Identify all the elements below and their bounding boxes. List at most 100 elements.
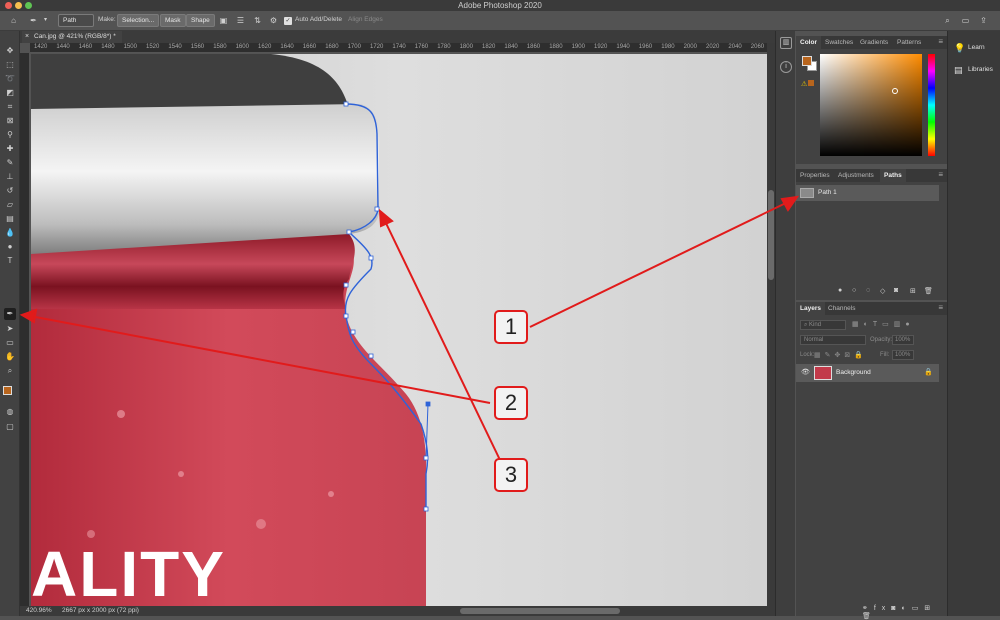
path-alignment-icon[interactable]: ☰ (235, 15, 246, 26)
crop-tool-icon[interactable]: ⌗ (4, 101, 16, 113)
lightbulb-icon: 💡 (954, 43, 966, 53)
foreground-color-chip[interactable] (802, 56, 812, 66)
chevron-down-icon[interactable]: ▾ (40, 15, 51, 26)
tab-properties[interactable]: Properties (796, 169, 834, 182)
lock-icons[interactable]: ▦✎✥⊠🔒 (814, 351, 867, 359)
ruler-tick: 1720 (370, 44, 384, 50)
pen-tool-icon[interactable]: ✒ (4, 308, 16, 320)
frame-tool-icon[interactable]: ⊠ (4, 115, 16, 127)
make-mask-button[interactable]: Mask (160, 14, 186, 27)
ruler-tick: 1500 (123, 44, 137, 50)
rectangle-tool-icon[interactable]: ▭ (4, 337, 16, 349)
marquee-tool-icon[interactable]: ⬚ (4, 59, 16, 71)
ruler-tick: 1880 (549, 44, 563, 50)
minimize-window-button[interactable] (15, 2, 22, 9)
tab-color[interactable]: Color (796, 36, 821, 49)
make-shape-button[interactable]: Shape (186, 14, 215, 27)
quick-mask-icon[interactable]: ◍ (4, 406, 16, 418)
lasso-tool-icon[interactable]: ➰ (4, 73, 16, 85)
dodge-tool-icon[interactable]: ● (4, 241, 16, 253)
blur-tool-icon[interactable]: 💧 (4, 227, 16, 239)
history-brush-tool-icon[interactable]: ↺ (4, 185, 16, 197)
foreground-color-swatch[interactable] (3, 386, 12, 395)
learn-libraries-panel: 💡 Learn ▤ Libraries (947, 31, 1000, 616)
move-tool-icon[interactable]: ✥ (4, 45, 16, 57)
settings-gear-icon[interactable]: ⚙ (268, 15, 279, 26)
path-arrangement-icon[interactable]: ⇅ (252, 15, 263, 26)
layer-filter-icons[interactable]: ▦◐T▭▥● (852, 320, 942, 330)
gamut-color-chip[interactable] (808, 80, 814, 86)
tab-paths[interactable]: Paths (880, 169, 906, 182)
close-window-button[interactable] (5, 2, 12, 9)
zoom-level[interactable]: 420.96% (26, 606, 52, 616)
workspace-icon[interactable]: ▭ (960, 15, 971, 26)
maximize-window-button[interactable] (25, 2, 32, 9)
tab-patterns[interactable]: Patterns (893, 36, 925, 49)
path-operations-icon[interactable]: ▣ (218, 15, 229, 26)
brush-tool-icon[interactable]: ✎ (4, 157, 16, 169)
history-icon[interactable]: ▥ (780, 37, 792, 49)
fill-label: Fill: (880, 352, 890, 358)
search-icon[interactable]: ⌕ (942, 15, 953, 26)
zoom-tool-icon[interactable]: ⌕ (4, 365, 16, 377)
gamut-warning-icon[interactable]: ⚠ (801, 80, 807, 88)
make-work-path-icon[interactable]: ◇ (880, 287, 885, 295)
new-path-icon[interactable]: ⊞ (910, 287, 916, 295)
make-selection-button[interactable]: Selection... (117, 14, 160, 27)
close-tab-icon[interactable]: × (25, 31, 29, 43)
blend-mode-select[interactable]: Normal (800, 335, 866, 345)
opacity-field[interactable]: 100% (892, 335, 914, 345)
learn-button[interactable]: 💡 Learn (948, 37, 1000, 59)
layer-kind-filter[interactable]: ⌕ Kind (800, 320, 846, 330)
libraries-button[interactable]: ▤ Libraries (948, 59, 1000, 81)
ruler-tick: 1700 (347, 44, 361, 50)
panel-menu-icon[interactable]: ≡ (938, 303, 943, 312)
ruler-tick: 1440 (56, 44, 70, 50)
vertical-scrollbar-thumb[interactable] (768, 190, 774, 280)
clone-stamp-tool-icon[interactable]: ⊥ (4, 171, 16, 183)
hue-slider[interactable] (928, 54, 935, 156)
add-mask-icon[interactable]: ◙ (894, 287, 898, 294)
tab-layers[interactable]: Layers (796, 302, 825, 315)
document-canvas[interactable]: ALITY (31, 54, 767, 606)
horizontal-scrollbar-thumb[interactable] (460, 608, 620, 614)
layer-row[interactable]: 👁 Background 🔒 (796, 364, 939, 382)
document-tab[interactable]: × Can.jpg @ 421% (RGB/8*) * (22, 31, 122, 43)
tab-swatches[interactable]: Swatches (821, 36, 857, 49)
ruler-tick: 2020 (706, 44, 720, 50)
info-icon[interactable]: i (780, 61, 792, 73)
lock-icon[interactable]: 🔒 (924, 368, 933, 376)
eraser-tool-icon[interactable]: ▱ (4, 199, 16, 211)
object-selection-tool-icon[interactable]: ◩ (4, 87, 16, 99)
gradient-tool-icon[interactable]: ▤ (4, 213, 16, 225)
hand-tool-icon[interactable]: ✋ (4, 351, 16, 363)
panel-menu-icon[interactable]: ≡ (938, 170, 943, 179)
healing-brush-tool-icon[interactable]: ✚ (4, 143, 16, 155)
canvas-image (31, 54, 767, 606)
share-icon[interactable]: ⇪ (978, 15, 989, 26)
screen-mode-icon[interactable]: ▢ (4, 421, 16, 433)
auto-add-delete-checkbox[interactable]: ✓ (284, 17, 292, 25)
color-picker-cursor[interactable] (892, 88, 898, 94)
pen-tool-preset-icon[interactable]: ✒ (28, 15, 39, 26)
layers-footer-icons[interactable]: ⚭fx◙◐▭⊞🗑 (862, 604, 942, 620)
tab-adjustments[interactable]: Adjustments (834, 169, 878, 182)
eyedropper-tool-icon[interactable]: ⚲ (4, 129, 16, 141)
stroke-path-icon[interactable]: ○ (852, 287, 856, 294)
type-tool-icon[interactable]: T (4, 255, 16, 267)
fill-path-icon[interactable]: ● (838, 287, 842, 294)
ruler-tick: 1560 (190, 44, 205, 50)
home-icon[interactable]: ⌂ (8, 15, 19, 26)
color-picker-field[interactable] (820, 54, 922, 156)
tool-mode-select[interactable]: Path (58, 14, 94, 27)
tab-channels[interactable]: Channels (824, 302, 859, 315)
eye-visibility-icon[interactable]: 👁 (801, 368, 810, 376)
panel-menu-icon[interactable]: ≡ (938, 37, 943, 46)
vertical-scrollbar[interactable] (767, 43, 775, 606)
tab-gradients[interactable]: Gradients (856, 36, 892, 49)
load-as-selection-icon[interactable]: ◌ (866, 287, 870, 294)
path-row[interactable]: Path 1 (796, 185, 939, 201)
trash-icon[interactable]: 🗑 (924, 287, 933, 295)
path-selection-tool-icon[interactable]: ➤ (4, 323, 16, 335)
fill-field[interactable]: 100% (892, 350, 914, 360)
